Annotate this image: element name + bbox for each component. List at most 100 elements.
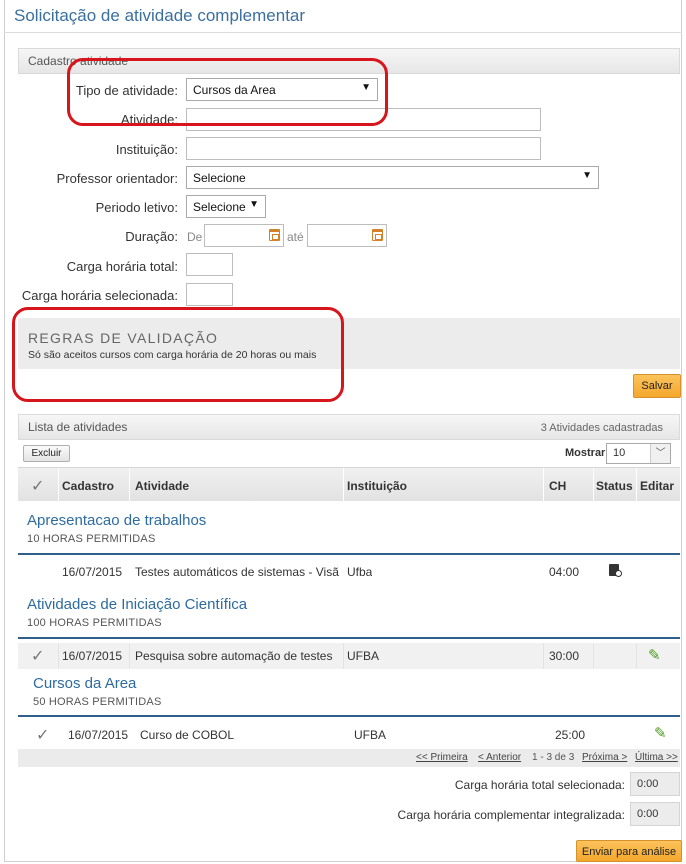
activity-count: 3 Atividades cadastradas (540, 422, 663, 434)
col-atividade[interactable]: Atividade (135, 479, 189, 493)
total-selecionada-label: Carga horária total selecionada: (454, 778, 625, 792)
page-size-value: 10 (613, 447, 626, 459)
group-subtitle: 10 HORAS PERMITIDAS (27, 533, 156, 545)
group-subtitle: 100 HORAS PERMITIDAS (27, 617, 162, 629)
total-integralizada-value: 0:00 (630, 802, 680, 826)
col-status: Status (596, 479, 633, 493)
carga-selecionada-label: Carga horária selecionada: (21, 288, 178, 303)
row-date: 16/07/2015 (68, 728, 129, 742)
periodo-select[interactable]: Selecione ▼ (186, 195, 266, 218)
row-check-icon[interactable]: ✓ (31, 646, 44, 666)
de-label: De (187, 230, 203, 244)
row-activity: Curso de COBOL (140, 728, 235, 742)
total-selecionada-value: 0:00 (630, 772, 680, 796)
column-separator (543, 643, 544, 669)
periodo-select-value: Selecione (193, 200, 246, 214)
professor-select[interactable]: Selecione ▼ (186, 166, 599, 189)
row-institution: UFBA (347, 649, 380, 663)
duracao-label: Duração: (125, 229, 178, 244)
carga-selecionada-input[interactable] (186, 283, 233, 306)
last-page-link[interactable]: Última >> (635, 752, 678, 763)
edit-pencil-icon[interactable]: ✎ (654, 724, 667, 742)
col-ch[interactable]: CH (549, 479, 566, 493)
row-ch: 30:00 (549, 649, 580, 663)
column-separator (58, 468, 59, 502)
pagination-info: 1 - 3 de 3 (532, 752, 575, 763)
row-date: 16/07/2015 (62, 649, 123, 663)
table-header: ✓ Cadastro Atividade Instituição CH Stat… (18, 467, 680, 502)
carga-total-input[interactable] (186, 253, 233, 276)
page-size-select[interactable]: 10 ﹀ (606, 443, 671, 464)
tipo-select-value: Cursos da Area (193, 83, 276, 97)
professor-label: Professor orientador: (56, 171, 178, 186)
carga-total-label: Carga horária total: (66, 259, 178, 274)
column-separator (343, 643, 344, 669)
row-institution: UFBA (354, 728, 387, 742)
regras-validacao-box: REGRAS DE VALIDAÇÃO Só são aceitos curso… (18, 318, 680, 369)
group-divider (18, 715, 680, 717)
row-check-icon[interactable]: ✓ (36, 725, 49, 745)
prev-page-link[interactable]: < Anterior (478, 752, 521, 763)
table-row[interactable]: 16/07/2015 Testes automáticos de sistema… (18, 559, 680, 585)
send-for-analysis-button[interactable]: Enviar para análise (576, 840, 682, 862)
atividade-input[interactable] (186, 108, 541, 131)
table-row[interactable]: ✓ 16/07/2015 Curso de COBOL UFBA 25:00 ✎ (18, 722, 680, 748)
calendar-icon[interactable] (269, 229, 280, 241)
group-title: Atividades de Iniciação Científica (27, 596, 248, 613)
pagination-bar: << Primeira < Anterior 1 - 3 de 3 Próxim… (18, 749, 680, 767)
group-subtitle: 50 HORAS PERMITIDAS (33, 696, 162, 708)
select-all-check-icon[interactable]: ✓ (31, 476, 44, 496)
row-institution: Ufba (347, 565, 373, 579)
next-page-link[interactable]: Próxima > (582, 752, 627, 763)
column-separator (343, 468, 344, 502)
chevron-down-icon: ▼ (582, 170, 592, 181)
page-title: Solicitação de atividade complementar (14, 6, 306, 25)
col-editar: Editar (640, 479, 675, 493)
tipo-select[interactable]: Cursos da Area ▼ (186, 78, 378, 101)
first-page-link[interactable]: << Primeira (416, 752, 468, 763)
document-search-icon[interactable] (609, 564, 622, 577)
row-activity: Testes automáticos de sistemas - Visã... (135, 565, 340, 579)
cadastro-section-title: Cadastro atividade (28, 54, 129, 68)
tipo-label: Tipo de atividade: (75, 83, 178, 98)
mostrar-label: Mostrar (565, 447, 606, 459)
instituicao-label: Instituição: (115, 142, 178, 157)
delete-button[interactable]: Excluir (23, 445, 70, 462)
row-activity: Pesquisa sobre automação de testes (135, 649, 333, 663)
professor-select-value: Selecione (193, 171, 246, 185)
col-instituicao[interactable]: Instituição (347, 479, 407, 493)
table-row[interactable]: ✓ 16/07/2015 Pesquisa sobre automação de… (18, 643, 680, 669)
col-cadastro[interactable]: Cadastro (62, 479, 114, 493)
lista-section-header: Lista de atividades 3 Atividades cadastr… (18, 414, 680, 440)
duracao-start-input[interactable] (204, 224, 284, 247)
chevron-down-icon: ▼ (249, 199, 259, 210)
cadastro-section-header: Cadastro atividade (18, 48, 680, 74)
column-separator (543, 468, 544, 502)
group-title: Cursos da Area (33, 675, 137, 692)
lista-section-title: Lista de atividades (28, 420, 128, 434)
group-divider (18, 637, 680, 639)
group-divider (18, 553, 680, 555)
row-ch: 04:00 (549, 565, 580, 579)
chevron-down-icon: ▼ (361, 82, 371, 93)
column-separator (129, 643, 130, 669)
calendar-icon[interactable] (372, 229, 383, 241)
total-integralizada-label: Carga horária complementar integralizada… (397, 808, 625, 822)
atividade-label: Atividade: (120, 112, 178, 127)
title-divider (4, 32, 682, 33)
column-separator (636, 643, 637, 669)
column-separator (129, 468, 130, 502)
row-date: 16/07/2015 (62, 565, 123, 579)
duracao-end-input[interactable] (307, 224, 387, 247)
column-separator (593, 468, 594, 502)
chevron-down-icon: ﹀ (650, 444, 670, 463)
edit-pencil-icon[interactable]: ✎ (648, 646, 661, 664)
instituicao-input[interactable] (186, 137, 541, 160)
group-title: Apresentacao de trabalhos (27, 512, 207, 529)
save-button[interactable]: Salvar (633, 374, 681, 398)
ate-label: até (287, 230, 304, 244)
column-separator (636, 468, 637, 502)
regras-title: REGRAS DE VALIDAÇÃO (28, 330, 219, 346)
regras-text: Só são aceitos cursos com carga horária … (28, 349, 317, 361)
column-separator (58, 643, 59, 669)
